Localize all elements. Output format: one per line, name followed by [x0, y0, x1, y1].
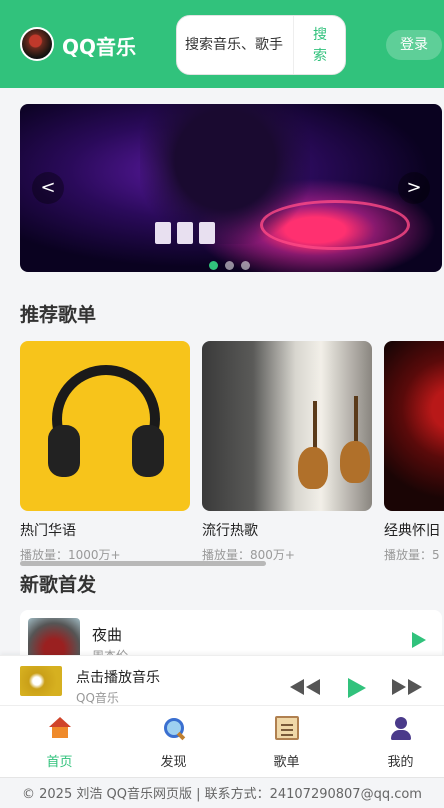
player-title[interactable]: 点击播放音乐	[76, 667, 160, 687]
playlist-scrollbar[interactable]	[20, 561, 266, 566]
banner-dot[interactable]	[241, 261, 250, 270]
footer-text: © 2025 刘浩 QQ音乐网页版 | 联系方式：24107290807@qq.…	[0, 777, 444, 808]
nav-item-home[interactable]: 首页	[4, 706, 115, 778]
section-title-new-songs: 新歌首发	[20, 574, 97, 596]
nav-label: 首页	[46, 755, 73, 770]
song-play-icon[interactable]	[412, 632, 426, 648]
banner-dot[interactable]	[225, 261, 234, 270]
playlist-cover	[20, 341, 190, 511]
search-box: 搜 索	[176, 15, 346, 75]
banner-decoration	[260, 200, 410, 250]
search-input[interactable]	[185, 16, 293, 74]
home-icon	[48, 716, 72, 740]
brand-title[interactable]: QQ音乐	[62, 31, 136, 60]
playlist-row[interactable]: 热门华语 播放量：1000万+ 流行热歌 播放量：800万+ 经典怀旧 播放量：…	[20, 341, 444, 566]
nav-item-mine[interactable]: 我的	[345, 706, 444, 778]
player-artist: QQ音乐	[76, 691, 119, 705]
login-button[interactable]: 登录	[386, 30, 442, 60]
play-icon[interactable]	[348, 678, 366, 698]
playlist-card[interactable]: 流行热歌 播放量：800万+	[202, 341, 372, 563]
playlist-name: 流行热歌	[202, 523, 258, 539]
playlist-plays: 播放量：5	[384, 548, 440, 562]
playlist-card[interactable]: 热门华语 播放量：1000万+	[20, 341, 190, 563]
playlist-cover	[202, 341, 372, 511]
playlist-name: 经典怀旧	[384, 523, 440, 539]
logo-avatar[interactable]	[20, 27, 54, 61]
search-button[interactable]: 搜 索	[293, 16, 345, 74]
playlist-card[interactable]: 经典怀旧 播放量：5	[384, 341, 444, 563]
player-bar: 点击播放音乐 QQ音乐	[0, 655, 444, 705]
top-header: QQ音乐 搜 索 登录	[0, 0, 444, 88]
nav-label: 歌单	[273, 755, 300, 770]
user-icon	[389, 716, 413, 740]
banner-dot[interactable]	[209, 261, 218, 270]
bottom-nav: 首页 发现 歌单 我的	[0, 705, 444, 777]
playlist-cover	[384, 341, 444, 511]
nav-item-discover[interactable]: 发现	[118, 706, 229, 778]
player-cover[interactable]	[20, 666, 62, 696]
banner-next-button[interactable]: >	[398, 172, 430, 204]
banner-dots	[209, 255, 257, 272]
nav-item-playlists[interactable]: 歌单	[231, 706, 342, 778]
banner-prev-button[interactable]: <	[32, 172, 64, 204]
song-title: 夜曲	[92, 626, 123, 644]
banner-carousel[interactable]: < >	[20, 104, 442, 272]
clipboard-icon	[275, 716, 299, 740]
search-icon	[162, 716, 186, 740]
previous-track-icon[interactable]	[290, 679, 322, 699]
next-track-icon[interactable]	[392, 679, 424, 699]
playlist-name: 热门华语	[20, 523, 76, 539]
nav-label: 我的	[387, 755, 414, 770]
section-title-playlists: 推荐歌单	[20, 304, 97, 326]
nav-label: 发现	[160, 755, 187, 770]
banner-decoration	[155, 222, 245, 252]
